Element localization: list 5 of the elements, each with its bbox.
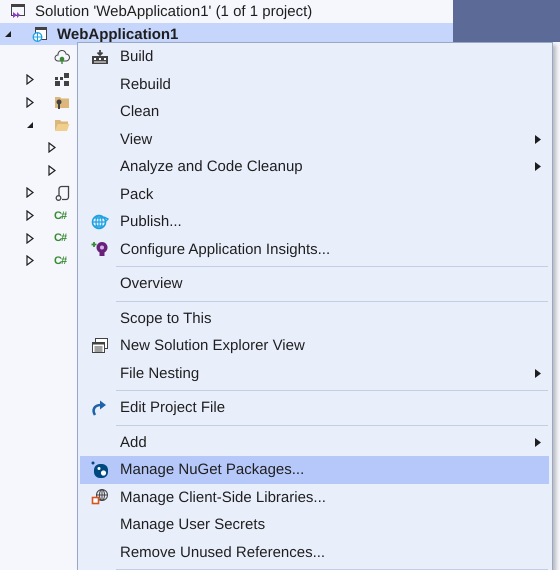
csharp-file-icon: C# bbox=[54, 232, 70, 244]
csharp-file-icon: C# bbox=[54, 210, 70, 222]
tree-item-label: Solution 'WebApplication1' (1 of 1 project) bbox=[35, 2, 312, 20]
tree-item-label: WebApplication1 bbox=[57, 26, 178, 43]
csharp-file-icon: C# bbox=[54, 254, 70, 267]
